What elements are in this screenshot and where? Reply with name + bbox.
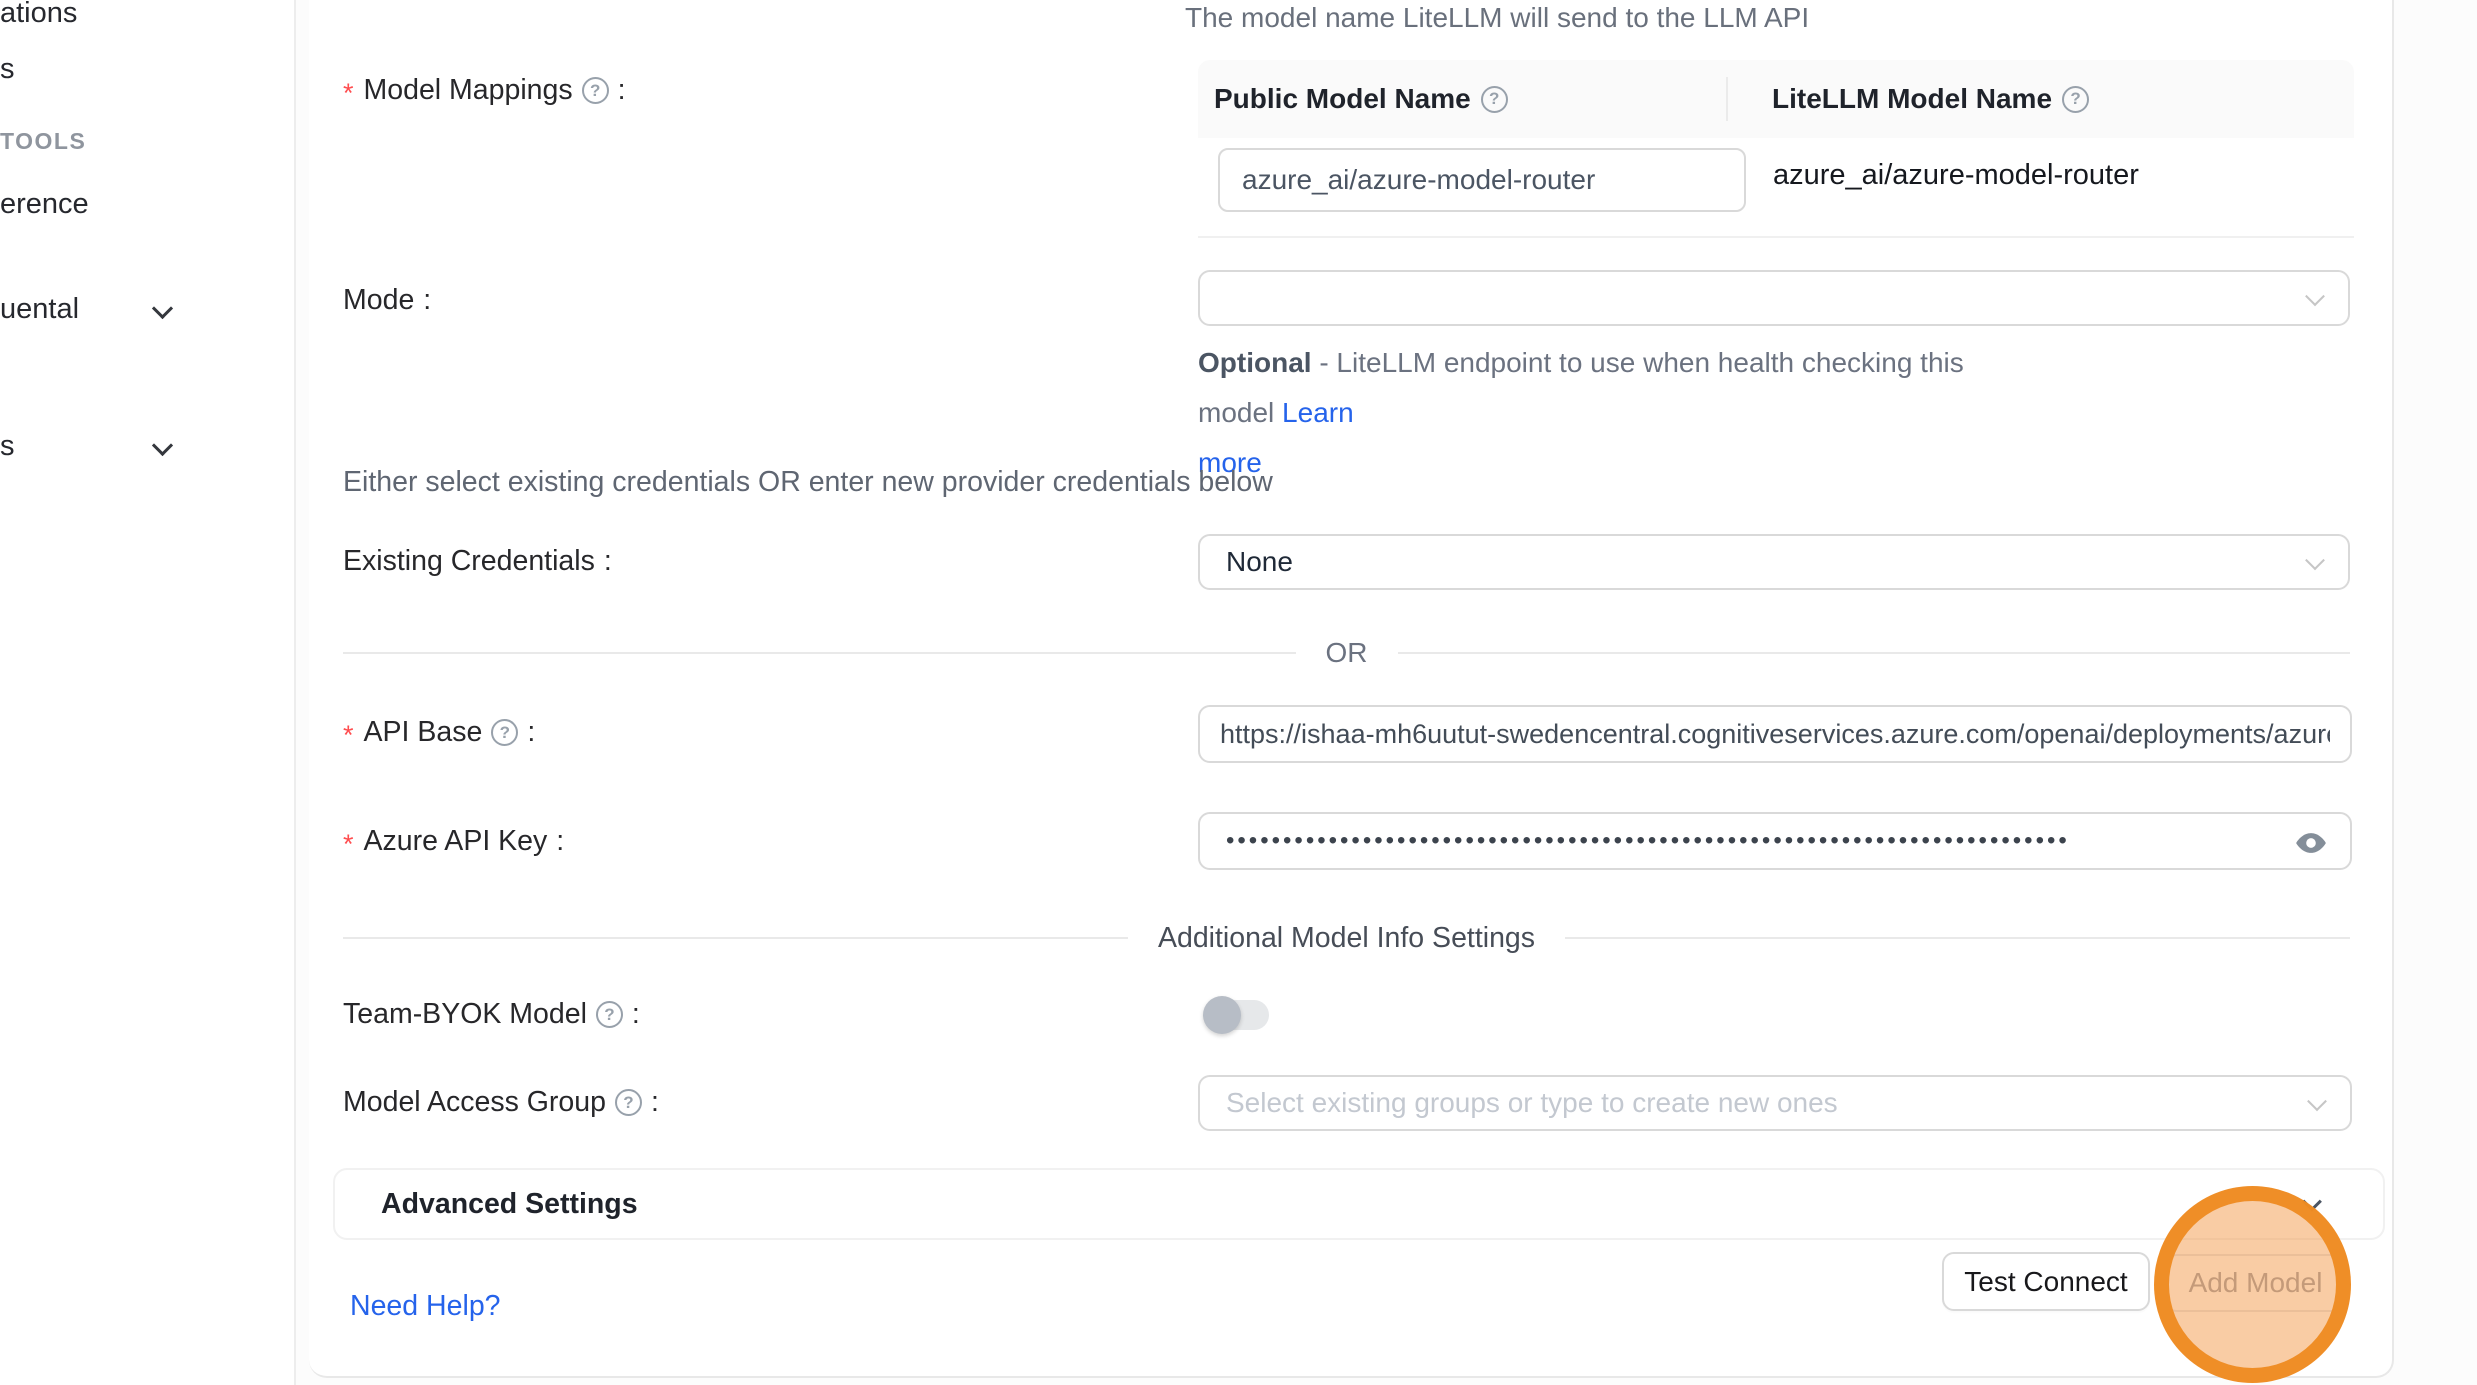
test-connect-button[interactable]: Test Connect [1942, 1252, 2150, 1311]
question-circle-icon[interactable]: ? [596, 1001, 623, 1028]
required-asterisk: * [343, 829, 354, 860]
required-asterisk: * [343, 720, 354, 751]
api-base-label: * API Base ? : [343, 716, 535, 749]
colon: : [618, 74, 626, 107]
divider-line [1398, 652, 2351, 654]
mode-help-bold: Optional [1198, 347, 1312, 378]
column-header-public-model-name: Public Model Name ? [1198, 77, 1728, 121]
mode-label-text: Mode [343, 284, 414, 317]
credentials-note: Either select existing credentials OR en… [343, 466, 1273, 499]
divider-line [1565, 937, 2350, 939]
colon: : [632, 998, 640, 1031]
question-circle-icon[interactable]: ? [1481, 86, 1508, 113]
toggle-knob [1203, 996, 1241, 1034]
api-base-input[interactable] [1198, 705, 2352, 763]
model-mappings-label-text: Model Mappings [364, 74, 573, 107]
masked-api-key-value: ••••••••••••••••••••••••••••••••••••••••… [1226, 827, 2236, 855]
azure-api-key-label: * Azure API Key : [343, 825, 564, 858]
sidebar-item-clipped-3[interactable]: erence [0, 188, 89, 221]
colon: : [556, 825, 564, 858]
sidebar: ations s TOOLS erence uental s [0, 0, 296, 1385]
chevron-down-icon [2307, 1091, 2327, 1111]
model-mappings-label: * Model Mappings ? : [343, 74, 626, 107]
model-access-group-label-text: Model Access Group [343, 1086, 606, 1119]
or-divider: OR [343, 630, 2350, 676]
team-byok-toggle[interactable] [1205, 1000, 1269, 1030]
chevron-down-icon[interactable] [152, 435, 173, 456]
mode-label: Mode : [343, 284, 431, 317]
api-base-label-text: API Base [364, 716, 483, 749]
mode-help-text: Optional - LiteLLM endpoint to use when … [1198, 338, 2038, 488]
question-circle-icon[interactable]: ? [582, 77, 609, 104]
question-circle-icon[interactable]: ? [491, 719, 518, 746]
model-mappings-table-header: Public Model Name ? LiteLLM Model Name ? [1198, 60, 2354, 138]
add-model-page: ations s TOOLS erence uental s The model… [0, 0, 2477, 1385]
additional-model-info-divider-text: Additional Model Info Settings [1128, 922, 1565, 955]
chevron-down-icon[interactable] [2302, 1192, 2322, 1212]
advanced-settings-title: Advanced Settings [381, 1188, 638, 1221]
add-model-button[interactable]: Add Model [2165, 1254, 2346, 1312]
column-header-litellm-model-name: LiteLLM Model Name ? [1728, 83, 2089, 115]
colon: : [604, 545, 612, 578]
sidebar-item-clipped-1[interactable]: ations [0, 0, 77, 30]
column-header-text: LiteLLM Model Name [1772, 83, 2052, 115]
colon: : [527, 716, 535, 749]
model-access-group-label: Model Access Group ? : [343, 1086, 659, 1119]
eye-icon[interactable] [2294, 826, 2328, 860]
mode-select[interactable] [1198, 270, 2350, 326]
sidebar-item-clipped-5[interactable]: s [0, 430, 15, 463]
chevron-down-icon [2305, 550, 2325, 570]
sidebar-section-tools: TOOLS [0, 128, 86, 155]
azure-api-key-label-text: Azure API Key [364, 825, 548, 858]
existing-credentials-label: Existing Credentials : [343, 545, 612, 578]
existing-credentials-value: None [1226, 546, 1293, 578]
sidebar-item-clipped-2[interactable]: s [0, 53, 15, 86]
model-access-group-select[interactable]: Select existing groups or type to create… [1198, 1075, 2352, 1131]
advanced-settings-panel[interactable]: Advanced Settings [333, 1168, 2385, 1240]
colon: : [423, 284, 431, 317]
litellm-model-name-note: The model name LiteLLM will send to the … [1185, 2, 1809, 34]
need-help-link[interactable]: Need Help? [350, 1290, 501, 1323]
learn-more-line1[interactable]: Learn [1282, 397, 1354, 428]
question-circle-icon[interactable]: ? [2062, 86, 2089, 113]
chevron-down-icon [2305, 286, 2325, 306]
model-mappings-table: Public Model Name ? LiteLLM Model Name ?… [1198, 60, 2354, 238]
divider-line [343, 937, 1128, 939]
required-asterisk: * [343, 78, 354, 109]
existing-credentials-label-text: Existing Credentials [343, 545, 595, 578]
column-header-text: Public Model Name [1214, 83, 1471, 115]
additional-model-info-divider: Additional Model Info Settings [343, 915, 2350, 961]
chevron-down-icon[interactable] [152, 298, 173, 319]
page-background-strip [2394, 0, 2477, 1385]
public-model-name-input[interactable] [1218, 148, 1746, 212]
model-access-group-placeholder: Select existing groups or type to create… [1226, 1087, 1838, 1119]
colon: : [651, 1086, 659, 1119]
litellm-model-name-value: azure_ai/azure-model-router [1773, 138, 2139, 212]
azure-api-key-input[interactable]: ••••••••••••••••••••••••••••••••••••••••… [1198, 812, 2352, 870]
team-byok-label-text: Team-BYOK Model [343, 998, 587, 1031]
divider-line [343, 652, 1296, 654]
model-mappings-table-row: azure_ai/azure-model-router [1198, 138, 2354, 238]
team-byok-label: Team-BYOK Model ? : [343, 998, 640, 1031]
or-divider-text: OR [1296, 637, 1398, 669]
question-circle-icon[interactable]: ? [615, 1089, 642, 1116]
existing-credentials-select[interactable]: None [1198, 534, 2350, 590]
sidebar-item-clipped-4[interactable]: uental [0, 293, 79, 326]
